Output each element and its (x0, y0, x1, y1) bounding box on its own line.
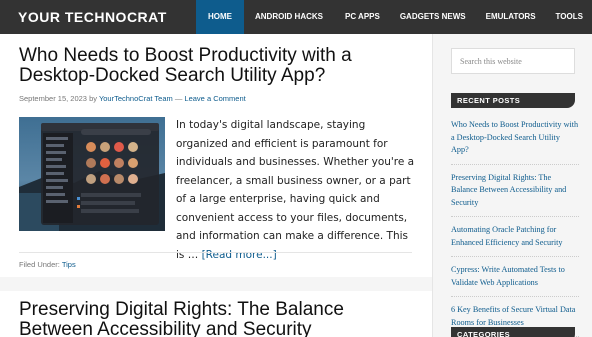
post-title-2[interactable]: Preserving Digital Rights: The Balance B… (19, 300, 419, 337)
post-footer: Filed Under: Tips (19, 260, 76, 269)
main-nav: HOME ANDROID HACKS PC APPS GADGETS NEWS … (196, 0, 592, 34)
post-excerpt: In today's digital landscape, staying or… (176, 116, 416, 264)
recent-post-link[interactable]: Preserving Digital Rights: The Balance B… (451, 172, 579, 217)
recent-posts-list: Who Needs to Boost Productivity with a D… (451, 119, 579, 337)
nav-pc-apps[interactable]: PC APPS (335, 0, 390, 34)
search-input[interactable]: Search this website (451, 48, 575, 74)
post-divider (19, 252, 412, 253)
sidebar: Search this website RECENT POSTS Who Nee… (432, 34, 592, 337)
post-title[interactable]: Who Needs to Boost Productivity with a D… (19, 46, 419, 86)
read-more-link[interactable]: [Read more...] (202, 249, 277, 261)
recent-post-link[interactable]: Who Needs to Boost Productivity with a D… (451, 119, 579, 165)
post-separator (0, 277, 432, 291)
post-date: September 15, 2023 (19, 94, 87, 103)
thumbnail-image (19, 117, 165, 231)
recent-post-link[interactable]: Cypress: Write Automated Tests to Valida… (451, 264, 579, 297)
site-header: YOUR TECHNOCRAT HOME ANDROID HACKS PC AP… (0, 0, 592, 34)
content-area: Who Needs to Boost Productivity with a D… (0, 34, 432, 337)
site-title[interactable]: YOUR TECHNOCRAT (18, 9, 167, 25)
excerpt-text: In today's digital landscape, staying or… (176, 119, 415, 261)
recent-post-link[interactable]: Automating Oracle Patching for Enhanced … (451, 224, 579, 257)
nav-home[interactable]: HOME (196, 0, 244, 34)
nav-android-hacks[interactable]: ANDROID HACKS (244, 0, 335, 34)
recent-posts-heading: RECENT POSTS (451, 93, 575, 108)
nav-gadgets-news[interactable]: GADGETS NEWS (390, 0, 476, 34)
post-thumbnail[interactable] (19, 117, 165, 231)
category-link[interactable]: Tips (62, 260, 76, 269)
filed-under-label: Filed Under: (19, 260, 60, 269)
categories-heading: CATEGORIES (451, 327, 575, 337)
leave-comment-link[interactable]: Leave a Comment (184, 94, 245, 103)
nav-emulators[interactable]: EMULATORS (476, 0, 546, 34)
post-by: by (89, 94, 97, 103)
nav-tools[interactable]: TOOLS (546, 0, 592, 34)
meta-separator: — (174, 94, 183, 103)
post-author-link[interactable]: YourTechnoCrat Team (99, 94, 173, 103)
post-meta: September 15, 2023 by YourTechnoCrat Tea… (19, 94, 246, 103)
